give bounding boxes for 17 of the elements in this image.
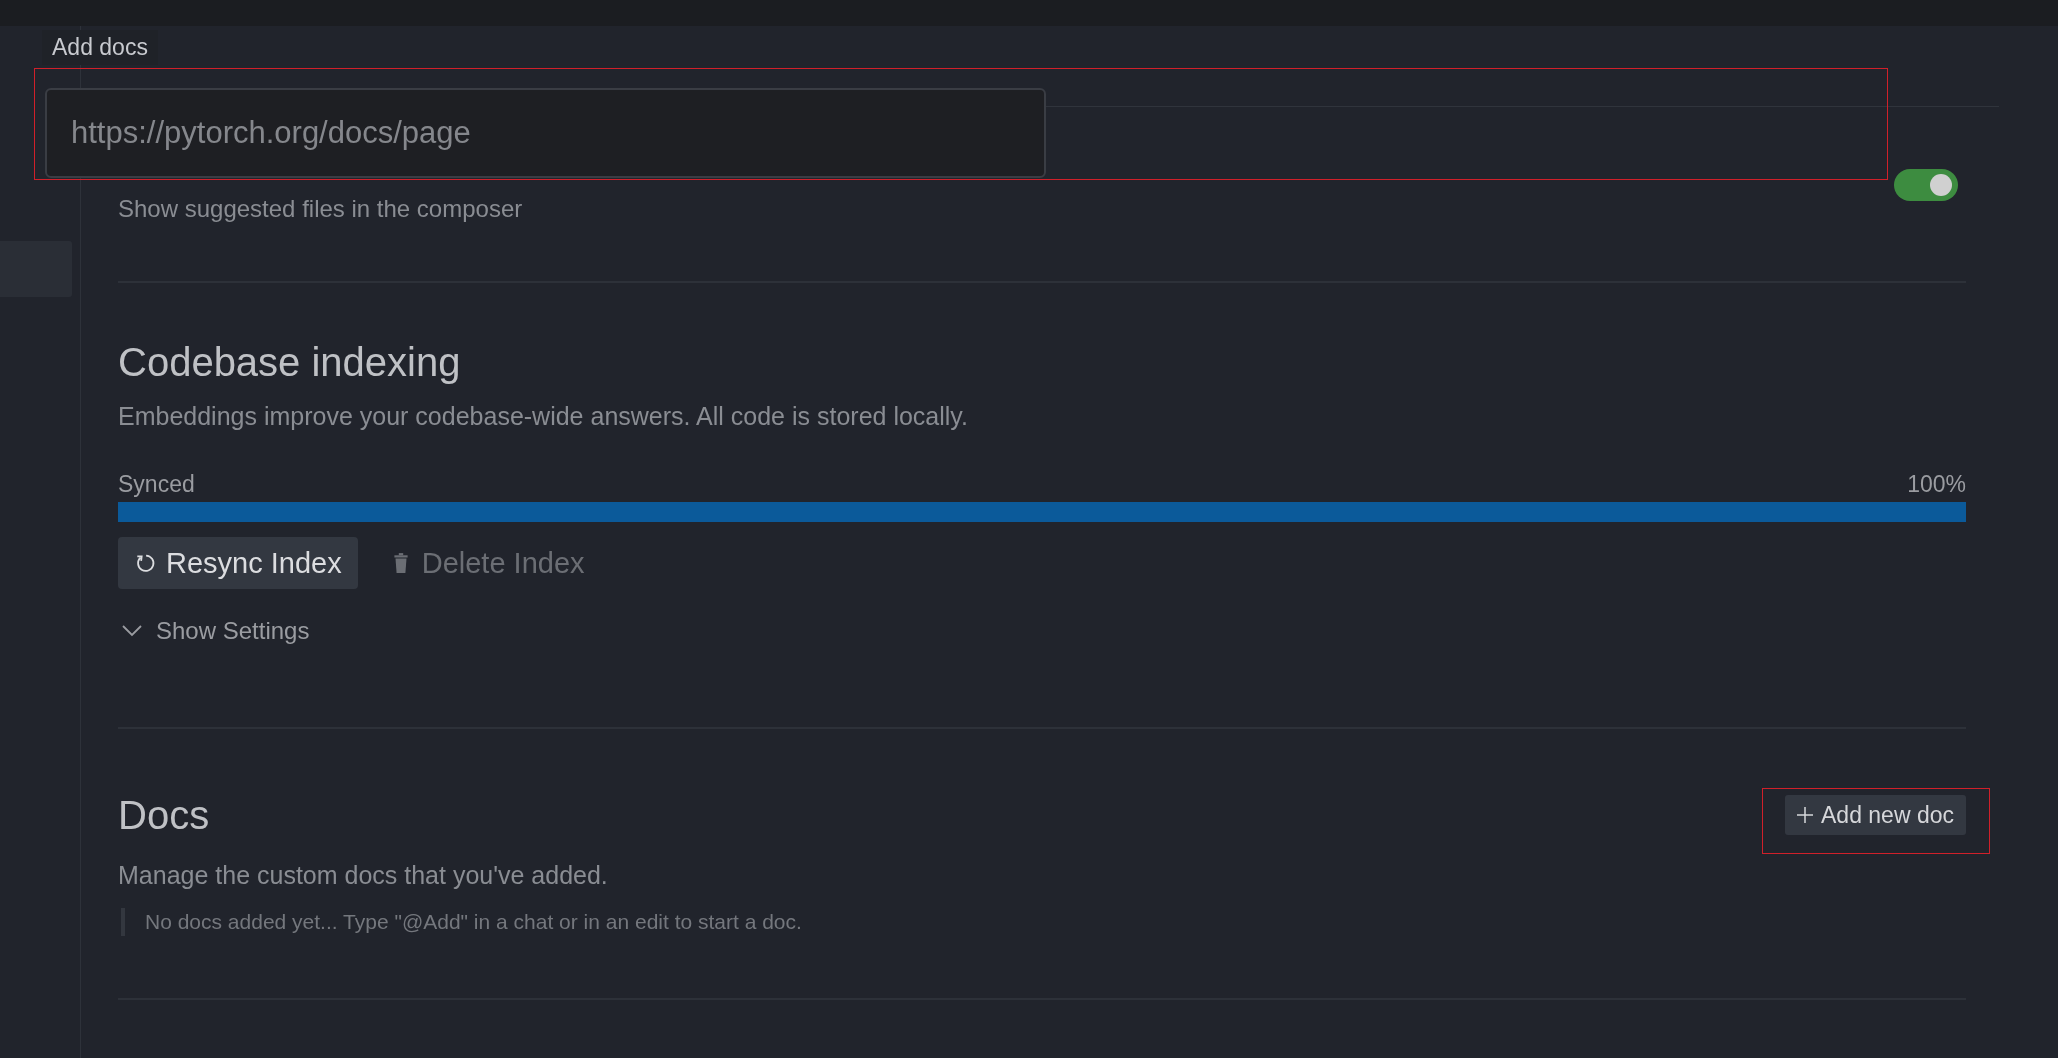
setting-description: Show suggested files in the composer — [118, 195, 523, 223]
show-settings-toggle[interactable]: Show Settings — [118, 617, 310, 645]
add-doc-button[interactable]: Add new doc — [1785, 795, 1966, 835]
empty-note: No docs added yet... Type "@Add" in a chat or in an edit to start a doc. — [121, 908, 1966, 936]
chevron-icon — [122, 625, 142, 637]
section-title: Codebase indexing — [118, 339, 462, 386]
section-description: Embeddings improve your codebase-wide answers. All code is stored locally. — [118, 402, 969, 431]
section-description: Manage the custom docs that you've added. — [118, 861, 609, 890]
section-title: Docs — [118, 792, 210, 839]
sync-percent: 100% — [1907, 471, 1966, 498]
tooltip: Add docs — [42, 30, 158, 65]
refresh-icon — [134, 552, 156, 574]
sync-status: Synced — [118, 471, 195, 498]
url-input-field[interactable]: https://pytorch.org/docs/page — [45, 88, 1046, 178]
plus-icon — [1797, 807, 1813, 823]
resync-button[interactable]: Resync Index — [118, 537, 358, 589]
toggle-switch[interactable] — [1894, 169, 1958, 201]
